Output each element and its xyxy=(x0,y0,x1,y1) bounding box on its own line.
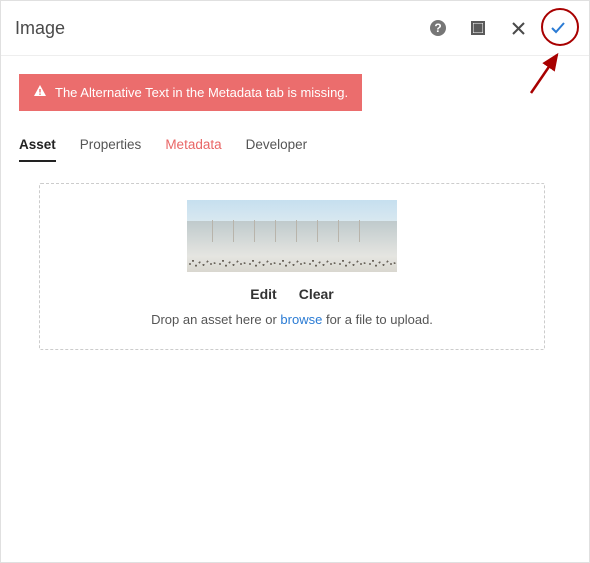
svg-text:?: ? xyxy=(434,21,441,35)
tab-metadata[interactable]: Metadata xyxy=(165,133,221,160)
tab-properties[interactable]: Properties xyxy=(80,133,142,160)
image-dialog: Image ? The Alternative Text in the Meta… xyxy=(0,0,590,563)
dialog-title: Image xyxy=(15,18,421,39)
tab-developer[interactable]: Developer xyxy=(246,133,308,160)
clear-button[interactable]: Clear xyxy=(299,286,334,302)
scroll-area[interactable]: The Alternative Text in the Metadata tab… xyxy=(19,74,571,562)
hint-suffix: for a file to upload. xyxy=(322,312,433,327)
edit-button[interactable]: Edit xyxy=(250,286,276,302)
asset-actions: Edit Clear xyxy=(56,286,528,302)
dialog-body: The Alternative Text in the Metadata tab… xyxy=(1,56,589,562)
validation-alert: The Alternative Text in the Metadata tab… xyxy=(19,74,362,111)
browse-link[interactable]: browse xyxy=(280,312,322,327)
tab-list: Asset Properties Metadata Developer xyxy=(19,133,565,161)
dialog-header: Image ? xyxy=(1,1,589,56)
asset-dropzone[interactable]: Edit Clear Drop an asset here or browse … xyxy=(39,183,545,350)
close-icon[interactable] xyxy=(501,11,535,45)
alert-text: The Alternative Text in the Metadata tab… xyxy=(55,85,348,100)
help-icon[interactable]: ? xyxy=(421,11,455,45)
hint-prefix: Drop an asset here or xyxy=(151,312,280,327)
tab-asset[interactable]: Asset xyxy=(19,133,56,160)
fullscreen-icon[interactable] xyxy=(461,11,495,45)
asset-thumbnail xyxy=(187,200,397,272)
header-actions: ? xyxy=(421,11,575,45)
confirm-button[interactable] xyxy=(541,11,575,45)
scroll-spacer xyxy=(19,350,565,562)
dropzone-hint: Drop an asset here or browse for a file … xyxy=(56,312,528,327)
warning-icon xyxy=(33,84,47,101)
